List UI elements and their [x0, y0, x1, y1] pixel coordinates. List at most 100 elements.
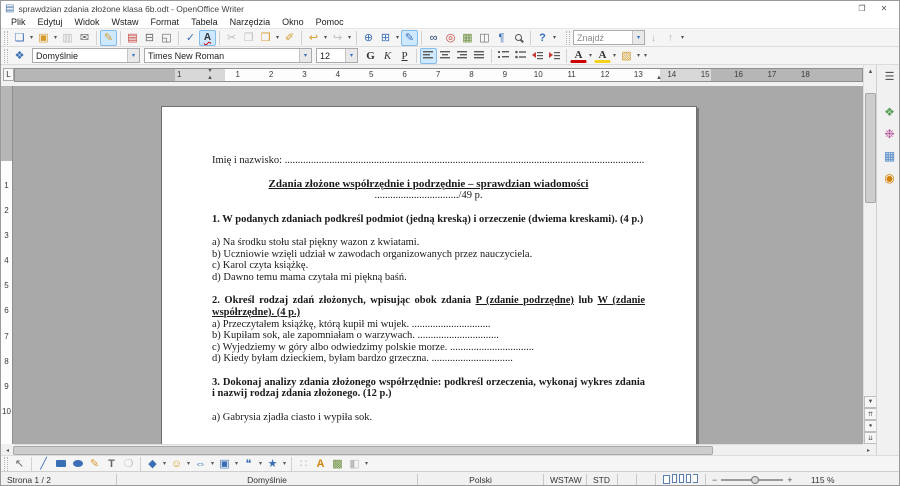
vertical-scroll-thumb[interactable]: [865, 93, 876, 203]
flowchart-button[interactable]: ▣: [216, 457, 233, 471]
draw-functions-button[interactable]: ✎: [401, 30, 418, 46]
close-button[interactable]: ✕: [873, 2, 895, 15]
align-center-button[interactable]: [437, 48, 454, 64]
menu-format[interactable]: Format: [145, 16, 186, 29]
font-size-combo[interactable]: 12 ▾: [316, 48, 358, 63]
language-indicator[interactable]: Polski: [418, 472, 543, 486]
numbered-list-button[interactable]: [495, 48, 512, 64]
spellcheck-button[interactable]: ✓: [182, 30, 199, 46]
menu-wstaw[interactable]: Wstaw: [106, 16, 145, 29]
multi-page-view-button[interactable]: [671, 474, 685, 485]
menu-tabela[interactable]: Tabela: [185, 16, 224, 29]
insert-mode-indicator[interactable]: WSTAW: [544, 472, 586, 486]
symbol-shapes-button[interactable]: ☺: [168, 457, 185, 471]
right-indent-marker[interactable]: ▲: [656, 76, 662, 81]
find-combo-caret[interactable]: ▾: [632, 31, 644, 44]
zoom-in-button[interactable]: +: [787, 475, 792, 485]
align-right-button[interactable]: [454, 48, 471, 64]
find-toolbar-overflow[interactable]: ▾: [679, 30, 686, 46]
task1-item-b[interactable]: b) Uczniowie wzięli udział w zawodach or…: [212, 249, 645, 261]
italic-button[interactable]: K: [379, 48, 396, 64]
redo-dropdown[interactable]: ▾: [346, 30, 353, 46]
single-page-view-button[interactable]: [663, 475, 670, 484]
toolbar-grip[interactable]: [4, 31, 8, 45]
find-toolbar-grip[interactable]: [566, 31, 570, 45]
export-pdf-button[interactable]: ▤: [124, 30, 141, 46]
callouts-dropdown[interactable]: ▾: [257, 456, 264, 472]
formatting-toolbar-overflow[interactable]: ▾: [642, 48, 649, 64]
horizontal-ruler[interactable]: 1 123456789101112131415161718 ▼ ▲ ▲: [14, 68, 863, 82]
task1-item-d[interactable]: d) Dawno temu mama czytała mi piękną baś…: [212, 272, 645, 284]
gallery-button[interactable]: ▦: [459, 30, 476, 46]
ellipse-button[interactable]: [69, 457, 86, 471]
format-paintbrush-button[interactable]: ✐: [281, 30, 298, 46]
select-button[interactable]: ↖: [11, 457, 28, 471]
text-box-button[interactable]: T: [103, 457, 120, 471]
bullet-list-button[interactable]: [512, 48, 529, 64]
paste-dropdown[interactable]: ▾: [274, 30, 281, 46]
page-indicator[interactable]: Strona 1 / 2: [1, 472, 116, 486]
zoom-slider[interactable]: [721, 479, 783, 481]
freeform-line-button[interactable]: ✎: [86, 457, 103, 471]
task2-heading[interactable]: 2. Określ rodzaj zdań złożonych, wpisują…: [212, 295, 645, 319]
name-line[interactable]: Imię i nazwisko: .......................…: [212, 155, 645, 167]
table-dropdown[interactable]: ▾: [394, 30, 401, 46]
task2-item-c[interactable]: c) Wyjedziemy w góry albo odwiedzimy pol…: [212, 342, 645, 354]
task1-heading[interactable]: 1. W podanych zdaniach podkreśl podmiot …: [212, 214, 645, 226]
menu-okno[interactable]: Okno: [276, 16, 310, 29]
zoom-out-button[interactable]: −: [712, 475, 717, 485]
selection-mode-indicator[interactable]: STD: [587, 472, 617, 486]
vertical-scrollbar[interactable]: ▲ ▼ ⇈ ● ⇊: [863, 65, 876, 444]
highlighting-button[interactable]: A: [594, 49, 611, 63]
line-button[interactable]: ╱: [35, 457, 52, 471]
callouts-button[interactable]: ❝: [240, 457, 257, 471]
score-line[interactable]: ................................/49 p.: [212, 190, 645, 202]
find-input[interactable]: Znajdź ▾: [573, 30, 645, 45]
background-color-dropdown[interactable]: ▾: [635, 48, 642, 64]
increase-indent-button[interactable]: [546, 48, 563, 64]
insert-image-button[interactable]: ▩: [329, 457, 346, 471]
fontwork-gallery-button[interactable]: A: [312, 457, 329, 471]
table-button[interactable]: ⊞: [377, 30, 394, 46]
navigator-button[interactable]: ◎: [442, 30, 459, 46]
flowchart-dropdown[interactable]: ▾: [233, 456, 240, 472]
data-sources-button[interactable]: ◫: [476, 30, 493, 46]
justify-button[interactable]: [471, 48, 488, 64]
sidebar-styles-tab[interactable]: ❉: [877, 123, 900, 145]
decrease-indent-button[interactable]: [529, 48, 546, 64]
zoom-slider-knob[interactable]: [751, 476, 759, 484]
task2-item-a[interactable]: a) Przeczytałem książkę, którą kupił mi …: [212, 319, 645, 331]
highlighting-dropdown[interactable]: ▾: [611, 48, 618, 64]
stars-dropdown[interactable]: ▾: [281, 456, 288, 472]
font-color-dropdown[interactable]: ▾: [587, 48, 594, 64]
task3-heading[interactable]: 3. Dokonaj analizy zdania złożonego wspó…: [212, 377, 645, 401]
toolbar-grip[interactable]: [4, 49, 8, 63]
sidebar-navigator-tab[interactable]: ◉: [877, 167, 900, 189]
page-preview-button[interactable]: ◱: [158, 30, 175, 46]
drawing-toolbar-overflow[interactable]: ▾: [363, 456, 370, 472]
edit-mode-button[interactable]: ✎: [100, 30, 117, 46]
help-button[interactable]: ?: [534, 30, 551, 46]
basic-shapes-button[interactable]: ◆: [144, 457, 161, 471]
font-name-caret[interactable]: ▾: [299, 49, 311, 62]
new-dropdown[interactable]: ▾: [28, 30, 35, 46]
paragraph-style-combo[interactable]: Domyślnie ▾: [32, 48, 140, 63]
sidebar-properties-tab[interactable]: ❖: [877, 101, 900, 123]
sidebar-gallery-tab[interactable]: ▦: [877, 145, 900, 167]
autospellcheck-button[interactable]: A: [199, 30, 216, 46]
align-left-button[interactable]: [420, 48, 437, 64]
sidebar-settings-button[interactable]: ☰: [877, 65, 900, 87]
symbol-shapes-dropdown[interactable]: ▾: [185, 456, 192, 472]
menu-widok[interactable]: Widok: [69, 16, 106, 29]
menu-edytuj[interactable]: Edytuj: [32, 16, 69, 29]
task1-item-a[interactable]: a) Na środku stołu stał piękny wazon z k…: [212, 237, 645, 249]
block-arrows-button[interactable]: ⇔: [192, 457, 209, 471]
book-view-button[interactable]: [685, 474, 699, 485]
find-replace-button[interactable]: ∞: [425, 30, 442, 46]
page-style-indicator[interactable]: Domyślnie: [117, 472, 417, 486]
stars-button[interactable]: ★: [264, 457, 281, 471]
task2-item-d[interactable]: d) Kiedy byłam dzieckiem, byłam bardzo g…: [212, 353, 645, 365]
font-name-combo[interactable]: Times New Roman ▾: [144, 48, 312, 63]
horizontal-scrollbar[interactable]: ◂ ▸: [1, 444, 875, 455]
toolbar-grip[interactable]: [4, 457, 8, 471]
